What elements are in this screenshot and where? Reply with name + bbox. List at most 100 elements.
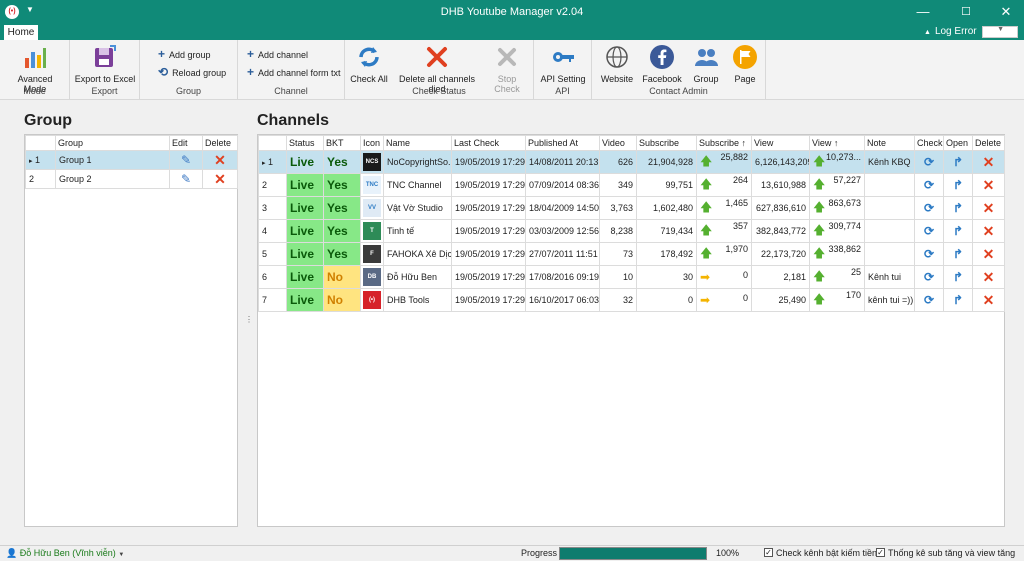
tab-home[interactable]: Home	[4, 25, 38, 40]
row-header[interactable]: ▸ 1	[25, 150, 56, 170]
row-header[interactable]: 6	[258, 265, 287, 289]
panel-splitter[interactable]: ⋮	[245, 316, 253, 324]
column-header-subscribe-increase[interactable]: Subscribe ↑	[696, 135, 752, 151]
column-header-open[interactable]: Open	[943, 135, 973, 151]
user-menu[interactable]: 👤 Đỗ Hữu Ben (Vĩnh viễn) ▼	[6, 548, 124, 559]
check-channel-button[interactable]: ⟳	[914, 196, 944, 220]
note-cell[interactable]	[864, 219, 915, 243]
channel-row[interactable]: 4 Live Yes T Tinh tế 19/05/2019 17:29 03/03/20…	[258, 219, 1005, 243]
delete-channel-button[interactable]: ✕	[972, 265, 1005, 289]
column-header-name[interactable]: Name	[383, 135, 452, 151]
view-increase-cell: 🡅 57,227	[809, 173, 865, 197]
open-channel-button[interactable]: ↱	[943, 242, 973, 266]
column-header-bkt[interactable]: BKT	[323, 135, 361, 151]
add-group-button[interactable]: + Add group	[158, 47, 211, 61]
open-channel-button[interactable]: ↱	[943, 288, 973, 312]
reload-group-button[interactable]: ⟲ Reload group	[158, 65, 226, 79]
column-header-group[interactable]: Group	[55, 135, 170, 151]
channel-name-cell[interactable]: Vật Vờ Studio	[383, 196, 452, 220]
column-header-published-at[interactable]: Published At	[525, 135, 600, 151]
channel-row[interactable]: ▸ 1 Live Yes NCS NoCopyrightSo... 19/05/2019 …	[258, 150, 1005, 174]
delete-channel-button[interactable]: ✕	[972, 173, 1005, 197]
maximize-button[interactable]: ☐	[946, 0, 986, 24]
page-button[interactable]: Page	[728, 44, 762, 84]
check-channel-button[interactable]: ⟳	[914, 265, 944, 289]
column-header-note[interactable]: Note	[864, 135, 915, 151]
row-header[interactable]: 7	[258, 288, 287, 312]
row-header[interactable]: 4	[258, 219, 287, 243]
stat-sub-view-checkbox[interactable]: ✓ Thống kê sub tăng và view tăng	[876, 548, 1015, 558]
delete-channel-button[interactable]: ✕	[972, 196, 1005, 220]
video-count-cell: 10	[599, 265, 637, 289]
open-channel-button[interactable]: ↱	[943, 219, 973, 243]
channel-name-cell[interactable]: TNC Channel	[383, 173, 452, 197]
open-channel-button[interactable]: ↱	[943, 173, 973, 197]
column-header-check[interactable]: Check	[914, 135, 944, 151]
check-channel-button[interactable]: ⟳	[914, 219, 944, 243]
edit-group-button[interactable]: ✎	[169, 150, 203, 170]
delete-channel-button[interactable]: ✕	[972, 288, 1005, 312]
channel-row[interactable]: 6 Live No DB Đỗ Hữu Ben 19/05/2019 17:29 17/08…	[258, 265, 1005, 289]
check-channel-button[interactable]: ⟳	[914, 288, 944, 312]
check-channel-button[interactable]: ⟳	[914, 242, 944, 266]
minimize-button[interactable]: —	[903, 0, 943, 24]
note-cell[interactable]: Kênh tui	[864, 265, 915, 289]
channel-row[interactable]: 3 Live Yes VV Vật Vờ Studio 19/05/2019 17:29 1…	[258, 196, 1005, 220]
check-channel-button[interactable]: ⟳	[914, 173, 944, 197]
facebook-icon	[650, 45, 674, 69]
website-button[interactable]: Website	[598, 44, 636, 84]
column-header-last-check[interactable]: Last Check	[451, 135, 526, 151]
channel-name-cell[interactable]: FAHOKA Xê Dịch	[383, 242, 452, 266]
row-header[interactable]: 3	[258, 196, 287, 220]
group-link-button[interactable]: Group	[688, 44, 724, 84]
column-header-icon[interactable]: Icon	[360, 135, 384, 151]
api-setting-button[interactable]: API Setting	[538, 44, 588, 84]
row-header[interactable]: 2	[258, 173, 287, 197]
group-row[interactable]: ▸ 1 Group 1 ✎ ✕	[25, 150, 238, 170]
channel-row[interactable]: 7 Live No (•) DHB Tools 19/05/2019 17:29 16/10…	[258, 288, 1005, 312]
channel-name-cell[interactable]: Đỗ Hữu Ben	[383, 265, 452, 289]
note-cell[interactable]: Kênh KBQ	[864, 150, 915, 174]
channel-name-cell[interactable]: DHB Tools	[383, 288, 452, 312]
note-cell[interactable]	[864, 173, 915, 197]
channel-name-cell[interactable]: NoCopyrightSo...	[383, 150, 452, 174]
column-header-subscribe[interactable]: Subscribe	[636, 135, 697, 151]
column-header-view-increase[interactable]: View ↑	[809, 135, 865, 151]
channel-name-cell[interactable]: Tinh tế	[383, 219, 452, 243]
log-error-dropdown[interactable]: ▼	[982, 26, 1018, 38]
column-header-view[interactable]: View	[751, 135, 810, 151]
delete-group-button[interactable]: ✕	[202, 169, 238, 189]
column-header-status[interactable]: Status	[286, 135, 324, 151]
add-channel-txt-button[interactable]: + Add channel form txt	[247, 65, 341, 79]
delete-group-button[interactable]: ✕	[202, 150, 238, 170]
column-header-edit[interactable]: Edit	[169, 135, 203, 151]
open-channel-button[interactable]: ↱	[943, 150, 973, 174]
delete-channel-button[interactable]: ✕	[972, 219, 1005, 243]
group-name-cell[interactable]: Group 1	[55, 150, 170, 170]
edit-group-button[interactable]: ✎	[169, 169, 203, 189]
note-cell[interactable]: kênh tui =))	[864, 288, 915, 312]
open-channel-button[interactable]: ↱	[943, 265, 973, 289]
row-header[interactable]: 5	[258, 242, 287, 266]
note-cell[interactable]	[864, 196, 915, 220]
channel-row[interactable]: 5 Live Yes F FAHOKA Xê Dịch 19/05/2019 17:29 2…	[258, 242, 1005, 266]
column-header-delete[interactable]: Delete	[972, 135, 1005, 151]
group-row[interactable]: 2 Group 2 ✎ ✕	[25, 169, 238, 189]
delete-channel-button[interactable]: ✕	[972, 150, 1005, 174]
note-cell[interactable]	[864, 242, 915, 266]
row-header[interactable]: ▸ 1	[258, 150, 287, 174]
column-header-video[interactable]: Video	[599, 135, 637, 151]
add-channel-button[interactable]: + Add channel	[247, 47, 308, 61]
check-monetized-checkbox[interactable]: ✓ Check kênh bật kiếm tiền	[764, 548, 877, 558]
export-excel-button[interactable]: Export to Excel	[74, 44, 136, 84]
check-all-button[interactable]: Check All	[349, 44, 389, 84]
column-header-delete[interactable]: Delete	[202, 135, 238, 151]
open-channel-button[interactable]: ↱	[943, 196, 973, 220]
check-channel-button[interactable]: ⟳	[914, 150, 944, 174]
channel-row[interactable]: 2 Live Yes TNC TNC Channel 19/05/2019 17:29 07…	[258, 173, 1005, 197]
facebook-button[interactable]: Facebook	[640, 44, 684, 84]
row-header[interactable]: 2	[25, 169, 56, 189]
delete-channel-button[interactable]: ✕	[972, 242, 1005, 266]
close-button[interactable]: ✕	[986, 0, 1024, 24]
group-name-cell[interactable]: Group 2	[55, 169, 170, 189]
